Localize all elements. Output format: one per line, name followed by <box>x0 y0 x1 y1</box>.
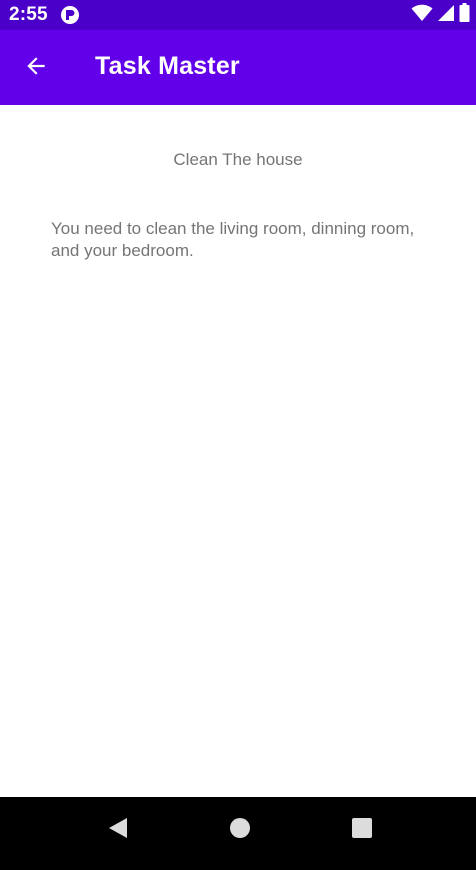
nav-recents-button[interactable] <box>349 817 375 843</box>
arrow-back-icon <box>23 53 49 84</box>
battery-icon <box>459 3 470 27</box>
nav-back-icon <box>107 816 129 845</box>
task-description: You need to clean the living room, dinni… <box>51 219 415 260</box>
app-bar: Task Master <box>0 30 476 105</box>
nav-recents-icon <box>351 817 373 844</box>
app-title: Task Master <box>95 52 240 80</box>
status-icons <box>411 3 470 27</box>
app-notification-icon <box>60 5 80 25</box>
signal-icon <box>437 4 455 27</box>
status-bar: 2:55 <box>0 0 476 30</box>
nav-home-icon <box>229 817 251 844</box>
nav-home-button[interactable] <box>227 817 253 843</box>
back-button[interactable] <box>16 48 56 88</box>
nav-back-button[interactable] <box>105 817 131 843</box>
task-title: Clean The house <box>173 150 303 169</box>
wifi-icon <box>411 4 433 27</box>
status-time: 2:55 <box>9 4 48 25</box>
navigation-bar <box>0 797 476 870</box>
